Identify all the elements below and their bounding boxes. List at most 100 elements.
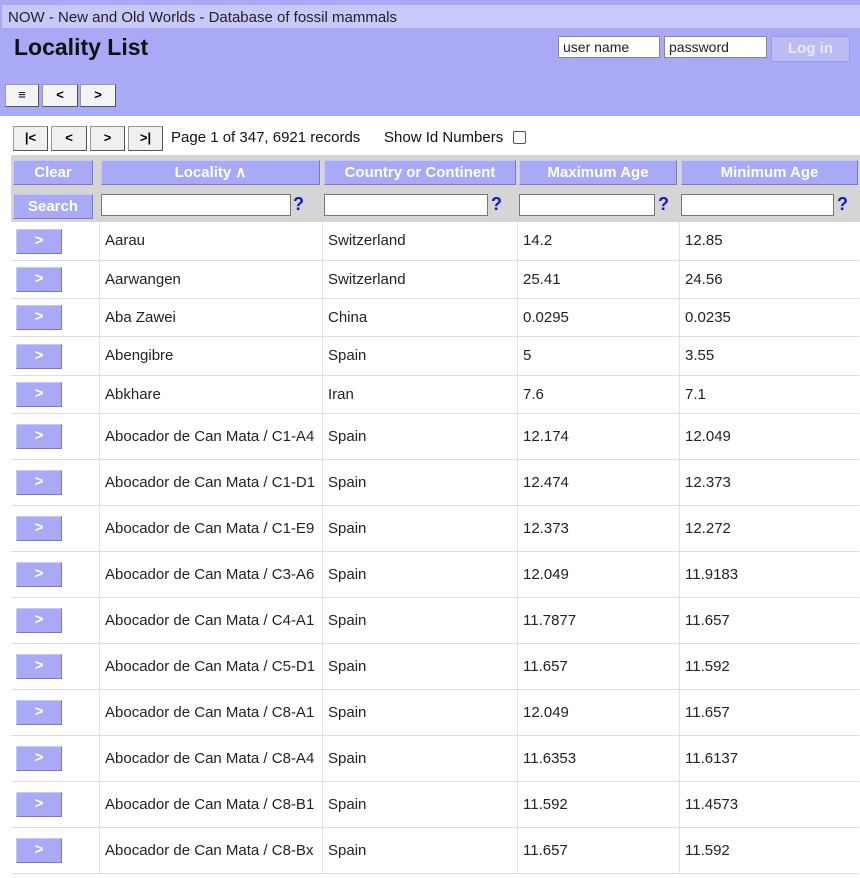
min-age-cell: 7.1: [679, 376, 859, 413]
max-age-cell-text: 11.6353: [523, 749, 577, 767]
locality-cell: Abocador de Can Mata / C3-A6: [99, 552, 322, 597]
max-age-cell: 12.174: [517, 414, 679, 459]
max-age-cell: 11.592: [517, 782, 679, 827]
row-action-cell: >: [11, 376, 99, 413]
open-locality-button[interactable]: >: [16, 228, 62, 254]
min-age-cell: 0.0235: [679, 299, 859, 336]
open-locality-button[interactable]: >: [16, 424, 62, 449]
locality-help-icon[interactable]: ?: [293, 194, 304, 215]
country-cell: Spain: [322, 598, 517, 643]
row-action-cell: >: [11, 337, 99, 375]
open-locality-button[interactable]: >: [16, 343, 62, 369]
locality-cell: Abengibre: [99, 337, 322, 375]
first-page-button[interactable]: |<: [13, 126, 48, 151]
min-age-cell-text: 11.657: [685, 611, 730, 629]
show-id-checkbox[interactable]: [513, 131, 526, 144]
min-age-cell-text: 12.85: [685, 232, 723, 249]
menu-button[interactable]: ≡: [5, 84, 39, 107]
country-cell-text: Spain: [328, 519, 367, 537]
max-age-cell: 14.2: [517, 222, 679, 260]
open-locality-button[interactable]: >: [16, 654, 62, 679]
row-action-cell: >: [11, 222, 99, 260]
open-locality-button[interactable]: >: [16, 562, 62, 587]
last-page-button[interactable]: >|: [128, 126, 163, 151]
min-age-cell: 11.4573: [679, 782, 859, 827]
min-age-cell-text: 11.657: [685, 703, 730, 721]
country-cell-text: Spain: [328, 347, 367, 364]
locality-cell-text: Abocador de Can Mata / C8-A1: [105, 703, 315, 721]
min-age-cell-text: 7.1: [685, 385, 706, 403]
prev-page-button[interactable]: <: [51, 126, 87, 151]
country-help-icon[interactable]: ?: [491, 194, 502, 215]
country-cell: Spain: [322, 736, 517, 781]
table-row: > Abocador de Can Mata / C5-D1 Spain 11.657…: [11, 644, 859, 690]
open-locality-button[interactable]: >: [16, 267, 62, 292]
locality-cell-text: Abocador de Can Mata / C5-D1: [105, 657, 316, 675]
min-age-filter-input[interactable]: [681, 194, 834, 216]
show-id-label: Show Id Numbers: [384, 129, 504, 146]
locality-cell-text: Aba Zawei: [105, 308, 176, 326]
country-cell-text: Switzerland: [328, 232, 406, 249]
open-locality-button[interactable]: >: [16, 382, 62, 407]
country-cell: Switzerland: [322, 222, 517, 260]
open-locality-button[interactable]: >: [16, 516, 62, 541]
locality-cell: Abocador de Can Mata / C4-A1: [99, 598, 322, 643]
open-locality-button[interactable]: >: [16, 608, 62, 633]
locality-cell-text: Abocador de Can Mata / C1-D1: [105, 473, 316, 491]
min-age-cell-text: 0.0235: [685, 308, 731, 326]
open-locality-button[interactable]: >: [16, 470, 62, 495]
max-age-filter-input[interactable]: [519, 194, 655, 216]
max-age-cell: 12.049: [517, 552, 679, 597]
max-age-cell: 0.0295: [517, 299, 679, 336]
sort-max-age-button[interactable]: Maximum Age: [519, 160, 677, 185]
password-input[interactable]: password: [664, 36, 767, 58]
username-input[interactable]: user name: [558, 36, 660, 58]
nav-back-button[interactable]: <: [42, 84, 78, 107]
row-action-cell: >: [11, 460, 99, 505]
nav-forward-button[interactable]: >: [80, 84, 116, 107]
sort-locality-button[interactable]: Locality ∧: [101, 160, 320, 185]
min-age-cell: 11.592: [679, 828, 859, 873]
locality-filter-input[interactable]: [101, 194, 291, 216]
open-locality-button[interactable]: >: [16, 746, 62, 771]
sort-min-age-button[interactable]: Minimum Age: [681, 160, 858, 185]
table-row: > Abocador de Can Mata / C4-A1 Spain 11.787…: [11, 598, 859, 644]
table-row: > Abocador de Can Mata / C3-A6 Spain 12.049…: [11, 552, 859, 598]
clear-button[interactable]: Clear: [13, 160, 93, 185]
country-cell-text: Spain: [328, 795, 367, 813]
max-age-cell: 11.6353: [517, 736, 679, 781]
open-locality-button[interactable]: >: [16, 838, 62, 863]
row-action-cell: >: [11, 299, 99, 336]
locality-cell-text: Abocador de Can Mata / C1-A4: [105, 427, 315, 445]
min-age-cell: 12.373: [679, 460, 859, 505]
search-button[interactable]: Search: [13, 194, 93, 219]
table-row: > Abengibre Spain 5 3.55: [11, 337, 859, 376]
country-cell-text: Spain: [328, 565, 367, 583]
country-cell-text: Spain: [328, 657, 367, 675]
country-filter-input[interactable]: [324, 194, 488, 216]
locality-cell: Aarau: [99, 222, 322, 260]
min-age-cell: 12.85: [679, 222, 859, 260]
min-age-cell-text: 11.9183: [685, 565, 739, 583]
next-page-button[interactable]: >: [90, 126, 125, 151]
login-button[interactable]: Log in: [771, 36, 850, 62]
country-cell-text: Spain: [328, 427, 367, 445]
table-row: > Abocador de Can Mata / C8-A4 Spain 11.635…: [11, 736, 859, 782]
max-age-cell: 25.41: [517, 261, 679, 298]
locality-cell: Aarwangen: [99, 261, 322, 298]
row-action-cell: >: [11, 736, 99, 781]
open-locality-button[interactable]: >: [16, 792, 62, 817]
open-locality-button[interactable]: >: [16, 305, 62, 330]
max-age-help-icon[interactable]: ?: [658, 194, 669, 215]
locality-cell: Abocador de Can Mata / C1-D1: [99, 460, 322, 505]
min-age-cell: 12.049: [679, 414, 859, 459]
sort-country-button[interactable]: Country or Continent: [324, 160, 516, 185]
max-age-cell: 11.7877: [517, 598, 679, 643]
max-age-cell-text: 5: [523, 347, 532, 364]
country-cell: Spain: [322, 828, 517, 873]
min-age-help-icon[interactable]: ?: [837, 194, 848, 215]
app-title: NOW - New and Old Worlds - Database of f…: [8, 9, 397, 26]
open-locality-button[interactable]: >: [16, 700, 62, 725]
min-age-cell-text: 12.272: [685, 519, 731, 537]
max-age-cell-text: 12.373: [523, 519, 569, 537]
